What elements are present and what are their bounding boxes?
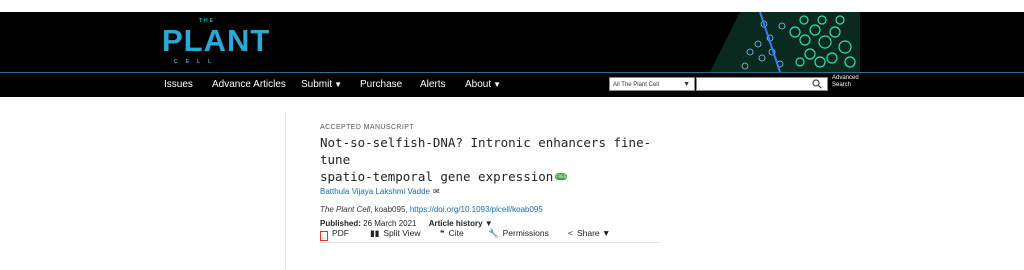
split-view-label: Split View [383, 228, 421, 238]
article-title-line2: spatio-temporal gene expression [320, 169, 554, 184]
nav-advance-articles-label: Advance Articles [212, 79, 286, 90]
article-title: Not-so-selfish-DNA? Intronic enhancers f… [320, 134, 665, 185]
article-toolbar: ⬚ PDF ▮▮ Split View ❝ Cite 🔧 Permissions < Sh… [320, 226, 660, 243]
search-scope-select[interactable]: All The Plant Cell ▼ [609, 77, 695, 91]
nav-issues-label: Issues [164, 79, 193, 90]
author-line: Batthula Vijaya Lakshmi Vadde ✉ [320, 187, 665, 196]
nav-purchase-label: Purchase [360, 79, 403, 90]
permissions-button[interactable]: 🔧 Permissions [488, 228, 549, 239]
split-view-icon: ▮▮ [370, 228, 380, 238]
advanced-search-line2: Search [832, 82, 852, 88]
nav-alerts[interactable]: Alerts [420, 79, 446, 91]
mail-icon[interactable]: ✉ [433, 187, 440, 196]
chevron-down-icon: ▼ [493, 80, 502, 89]
article-header: ACCEPTED MANUSCRIPT Not-so-selfish-DNA? … [320, 124, 665, 243]
nav-issues[interactable]: Issues [164, 79, 193, 91]
top-strip [0, 0, 1024, 12]
permissions-label: Permissions [502, 228, 549, 238]
search-input[interactable] [696, 77, 828, 91]
site-banner: THE PLANT CELL [0, 12, 1024, 72]
chevron-down-icon: ▼ [602, 228, 611, 238]
content-divider [285, 112, 286, 270]
nav-purchase[interactable]: Purchase [360, 79, 402, 91]
advanced-search-link[interactable]: Advanced Search [832, 75, 859, 89]
pdf-label: PDF [332, 228, 349, 238]
pdf-icon: ⬚ [320, 231, 328, 241]
free-badge: FREE [555, 173, 568, 180]
share-button[interactable]: < Share ▼ [568, 228, 610, 238]
nav-about[interactable]: About ▼ [465, 79, 501, 91]
cite-icon: ❝ [440, 228, 445, 238]
nav-submit[interactable]: Submit ▼ [301, 79, 342, 91]
nav-alerts-label: Alerts [420, 79, 446, 90]
banner-cells-image [710, 12, 860, 72]
share-label: Share [576, 228, 600, 238]
share-icon: < [568, 228, 573, 238]
search-icon[interactable] [812, 79, 822, 89]
search-scope-value: All The Plant Cell [613, 82, 659, 88]
nav-advance-articles[interactable]: Advance Articles [212, 79, 286, 91]
journal-name: The Plant Cell [320, 205, 371, 214]
site-logo[interactable]: THE PLANT CELL [162, 18, 269, 68]
logo-cell: CELL [174, 59, 220, 65]
article-type-label: ACCEPTED MANUSCRIPT [320, 124, 414, 131]
advanced-search-line1: Advanced [832, 75, 859, 81]
cite-button[interactable]: ❝ Cite [440, 228, 464, 239]
article-title-line1: Not-so-selfish-DNA? Intronic enhancers f… [320, 135, 652, 167]
split-view-button[interactable]: ▮▮ Split View [370, 228, 421, 239]
permissions-icon: 🔧 [488, 228, 499, 238]
article-id: , koab095, [370, 205, 410, 214]
pdf-button[interactable]: ⬚ PDF [320, 228, 349, 241]
nav-about-label: About [465, 79, 492, 90]
nav-submit-label: Submit [301, 79, 333, 90]
cite-label: Cite [448, 228, 464, 238]
chevron-down-icon: ▼ [683, 81, 690, 88]
chevron-down-icon: ▼ [334, 80, 343, 89]
doi-link[interactable]: https://doi.org/10.1093/plcell/koab095 [410, 205, 543, 214]
author-link[interactable]: Batthula Vijaya Lakshmi Vadde [320, 187, 430, 196]
citation-line: The Plant Cell, koab095, https://doi.org… [320, 205, 665, 214]
main-nav: Issues Advance Articles Submit ▼ Purchase… [0, 72, 1024, 97]
logo-plant: PLANT [162, 23, 271, 58]
